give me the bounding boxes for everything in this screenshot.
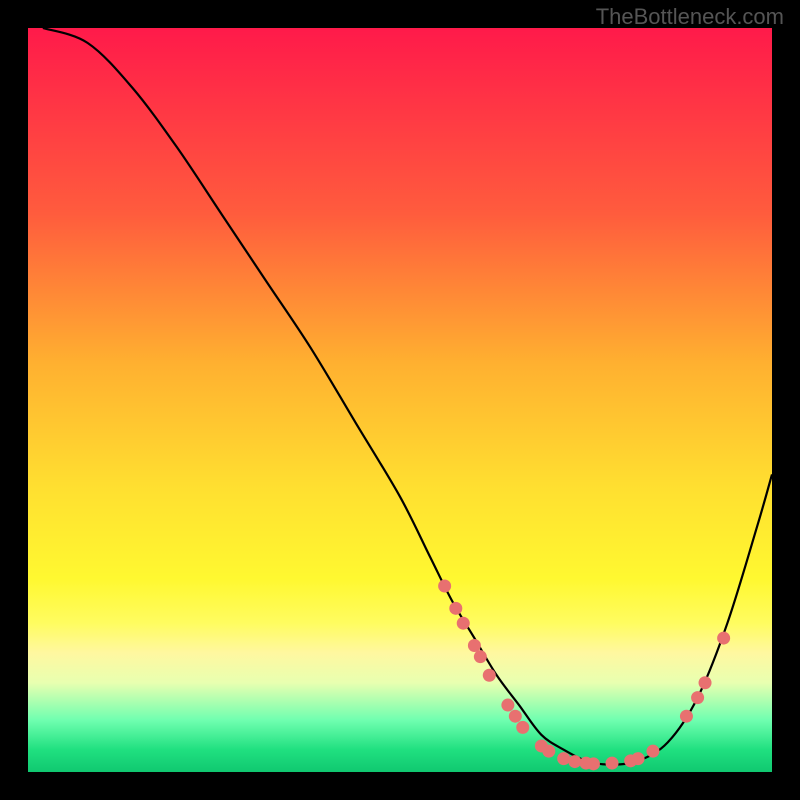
marker-point [501,699,514,712]
marker-point [438,580,451,593]
marker-point [557,752,570,765]
marker-point [568,755,581,768]
marker-point [542,745,555,758]
markers-group [438,580,730,771]
marker-point [699,676,712,689]
marker-point [587,757,600,770]
marker-point [483,669,496,682]
marker-point [717,632,730,645]
marker-point [449,602,462,615]
marker-point [632,752,645,765]
marker-point [691,691,704,704]
marker-point [468,639,481,652]
chart-svg [28,28,772,772]
marker-point [646,745,659,758]
watermark-text: TheBottleneck.com [596,4,784,30]
marker-point [509,710,522,723]
chart-plot-area [28,28,772,772]
marker-point [606,757,619,770]
marker-point [516,721,529,734]
curve-line [43,28,772,765]
marker-point [457,617,470,630]
marker-point [680,710,693,723]
marker-point [474,650,487,663]
